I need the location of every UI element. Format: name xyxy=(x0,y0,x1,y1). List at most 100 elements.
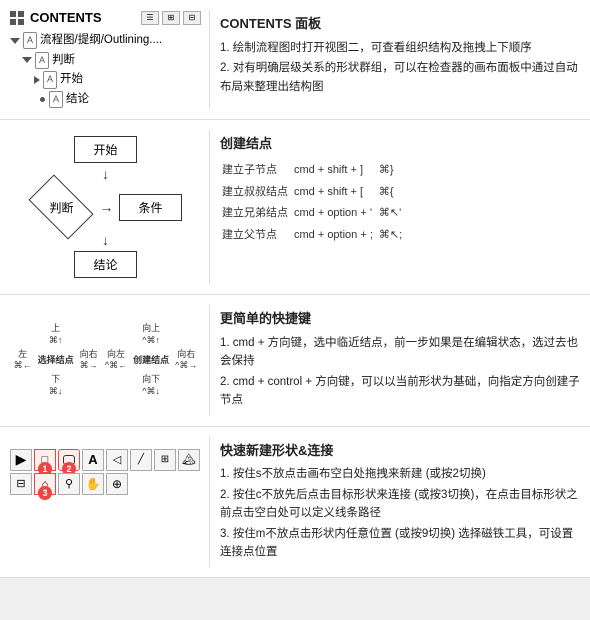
tool-table[interactable]: ⊟ xyxy=(10,473,32,495)
triangle-right-icon xyxy=(34,76,40,84)
dg-left-left: 左⌘← xyxy=(11,348,35,373)
badge-a-2: A xyxy=(35,52,49,69)
dg-empty-tr xyxy=(86,334,92,336)
flowchart-diagram: 开始 ↓ 判断 → 条件 ↓ 结论 xyxy=(10,130,210,284)
tree-label-1: 流程图/提纲/Outlining.... xyxy=(40,31,162,51)
dg-empty-tl2 xyxy=(113,334,119,336)
tools-desc-3: 3. 按住m不放点击形状内任意位置 (或按9切换) 选择磁铁工具，可设置连接点位… xyxy=(220,525,580,562)
section-shortcuts: 上⌘↑ 左⌘← 选择结点 向右⌘→ 下⌘↓ 向上^⌘↑ 向左^⌘← 创建结点 向… xyxy=(0,295,590,426)
contents-grid-icon xyxy=(10,11,24,25)
shortcut-label-1: 建立子节点 xyxy=(222,161,292,181)
tool-rect[interactable]: □ 1 xyxy=(34,449,56,471)
dg-left-right: 向左^⌘← xyxy=(102,348,130,373)
shortcut-keys-3: cmd + option + ' xyxy=(294,204,377,224)
flowchart-visual: 开始 ↓ 判断 → 条件 ↓ 结论 xyxy=(10,130,201,284)
tools-description: 快速新建形状&连接 1. 按住s不放点击画布空白处拖拽来新建 (或按2切换) 2… xyxy=(220,437,580,568)
dg-right-right: 向右^⌘→ xyxy=(172,348,200,373)
tool-hand[interactable]: ✋ xyxy=(82,473,104,495)
shortcuts-table: 建立子节点 cmd + shift + ] ⌘} 建立叔叔结点 cmd + sh… xyxy=(220,159,408,247)
dg-empty-bl xyxy=(20,385,26,387)
shortcut-symbol-2: ⌘{ xyxy=(379,183,406,203)
dg-empty-bl2 xyxy=(113,385,119,387)
tool-zoom[interactable]: ⊕ xyxy=(106,473,128,495)
triangle-down-icon-2 xyxy=(22,57,32,63)
shortcut-keys-2: cmd + shift + [ xyxy=(294,183,377,203)
badge-a: A xyxy=(23,32,37,49)
contents-description: CONTENTS 面板 1. 绘制流程图时打开视图二，可查看组织结构及拖拽上下顺… xyxy=(220,10,580,109)
tree-row-4: A 结论 xyxy=(10,90,201,110)
section-flowchart: 开始 ↓ 判断 → 条件 ↓ 结论 创建结点 建立子节点 cmd + shift… xyxy=(0,120,590,295)
fc-node-start: 开始 xyxy=(74,136,136,163)
badge-a-4: A xyxy=(49,91,63,108)
tree-label-2: 判断 xyxy=(52,51,75,71)
tool-text[interactable]: A xyxy=(82,449,104,471)
badge-a-3: A xyxy=(43,71,57,88)
shortcut-label-3: 建立兄弟结点 xyxy=(222,204,292,224)
tree-row-3: A 开始 xyxy=(10,70,201,90)
diamond-create: 向上^⌘↑ 向左^⌘← 创建结点 向右^⌘→ 向下^⌘↓ xyxy=(102,322,200,398)
arrow-right-1: → xyxy=(99,199,113,215)
create-node-title: 创建结点 xyxy=(220,134,580,155)
detail-view-btn[interactable]: ⊟ xyxy=(183,11,201,25)
shortcut-label-2: 建立叔叔结点 xyxy=(222,183,292,203)
dg-empty-tl xyxy=(20,334,26,336)
dg-empty-tr2 xyxy=(183,334,189,336)
tree-label-4: 结论 xyxy=(66,90,89,110)
tool-home[interactable]: ⌂ 3 xyxy=(34,473,56,495)
dg-center-label-select: 选择结点 xyxy=(35,354,77,368)
create-node-description: 创建结点 建立子节点 cmd + shift + ] ⌘} 建立叔叔结点 cmd… xyxy=(220,130,580,284)
shortcut-symbol-3: ⌘↖' xyxy=(379,204,406,224)
shortcut-row-2: 建立叔叔结点 cmd + shift + [ ⌘{ xyxy=(222,183,406,203)
shortcuts-diagram-panel: 上⌘↑ 左⌘← 选择结点 向右⌘→ 下⌘↓ 向上^⌘↑ 向左^⌘← 创建结点 向… xyxy=(10,305,210,415)
tool-pointer[interactable]: ▶ xyxy=(10,449,32,471)
shortcut-row-4: 建立父节点 cmd + option + ; ⌘↖; xyxy=(222,226,406,246)
list-view-btn[interactable]: ☰ xyxy=(141,11,159,25)
contents-tree: A 流程图/提纲/Outlining.... A 判断 A 开始 A xyxy=(10,31,201,109)
tool-stamp[interactable]: ⊞ xyxy=(154,449,176,471)
tool-triangle[interactable]: ◁ xyxy=(106,449,128,471)
grid-view-btn[interactable]: ⊞ xyxy=(162,11,180,25)
fc-row-judge: 判断 → 条件 xyxy=(29,185,181,229)
badge-3: 3 xyxy=(38,486,52,500)
shortcut-label-4: 建立父节点 xyxy=(222,226,292,246)
contents-panel: CONTENTS ☰ ⊞ ⊟ A 流程图/提纲/Outlining.... A … xyxy=(10,10,210,109)
shortcuts-desc-2: 2. cmd + control + 方向键，可以以当前形状为基础，向指定方向创… xyxy=(220,373,580,410)
contents-desc-title: CONTENTS 面板 xyxy=(220,14,580,35)
contents-toolbar: ☰ ⊞ ⊟ xyxy=(141,11,201,25)
shortcut-row-1: 建立子节点 cmd + shift + ] ⌘} xyxy=(222,161,406,181)
contents-desc-1: 1. 绘制流程图时打开视图二，可查看组织结构及拖拽上下顺序 xyxy=(220,39,580,57)
tools-panel: ▶ □ 1 2 A ◁ ╱ ⊞ 🏔 ⊟ ⌂ xyxy=(10,437,210,568)
tool-image[interactable]: 🏔 xyxy=(178,449,200,471)
section-contents: CONTENTS ☰ ⊞ ⊟ A 流程图/提纲/Outlining.... A … xyxy=(0,0,590,120)
shortcuts-desc-1: 1. cmd + 方向键，选中临近结点，前一步如果是在编辑状态，选过去也会保持 xyxy=(220,334,580,371)
fc-node-conclusion: 结论 xyxy=(74,251,136,278)
contents-title: CONTENTS xyxy=(30,10,141,25)
shortcut-keys-1: cmd + shift + ] xyxy=(294,161,377,181)
dg-bottom-left: 下⌘↓ xyxy=(46,373,66,398)
arrow-down-1: ↓ xyxy=(102,167,109,181)
diamond-select: 上⌘↑ 左⌘← 选择结点 向右⌘→ 下⌘↓ xyxy=(11,322,101,398)
tool-rounded-rect[interactable]: 2 xyxy=(58,449,80,471)
tool-magnet[interactable]: ⚲ xyxy=(58,473,80,495)
dg-right-left: 向右⌘→ xyxy=(77,348,101,373)
tools-desc-1: 1. 按住s不放点击画布空白处拖拽来新建 (或按2切换) xyxy=(220,465,580,483)
fc-diamond-container: 判断 xyxy=(29,185,93,229)
fc-node-condition: 条件 xyxy=(119,194,181,221)
tools-desc-2: 2. 按住c不放先后点击目标形状来连接 (或按3切换)，在点击目标形状之前点击空… xyxy=(220,486,580,523)
contents-desc-2: 2. 对有明确层级关系的形状群组，可以在检查器的画布面板中通过自动布局来整理出结… xyxy=(220,59,580,96)
tree-label-3: 开始 xyxy=(60,70,83,90)
tool-line[interactable]: ╱ xyxy=(130,449,152,471)
shortcut-symbol-4: ⌘↖; xyxy=(379,226,406,246)
tree-row-2: A 判断 xyxy=(10,51,201,71)
fc-diamond-label: 判断 xyxy=(49,199,73,216)
diamond-create-grid: 向上^⌘↑ 向左^⌘← 创建结点 向右^⌘→ 向下^⌘↓ xyxy=(102,322,200,398)
contents-header: CONTENTS ☰ ⊞ ⊟ xyxy=(10,10,201,25)
dg-top-right: 向上^⌘↑ xyxy=(139,322,163,347)
shortcut-row-3: 建立兄弟结点 cmd + option + ' ⌘↖' xyxy=(222,204,406,224)
shortcut-keys-4: cmd + option + ; xyxy=(294,226,377,246)
tools-row: ▶ □ 1 2 A ◁ ╱ ⊞ 🏔 ⊟ ⌂ xyxy=(10,449,201,495)
dg-top-left: 上⌘↑ xyxy=(46,322,66,347)
triangle-down-icon xyxy=(10,38,20,44)
arrow-down-2: ↓ xyxy=(102,233,109,247)
diamond-select-grid: 上⌘↑ 左⌘← 选择结点 向右⌘→ 下⌘↓ xyxy=(11,322,101,398)
